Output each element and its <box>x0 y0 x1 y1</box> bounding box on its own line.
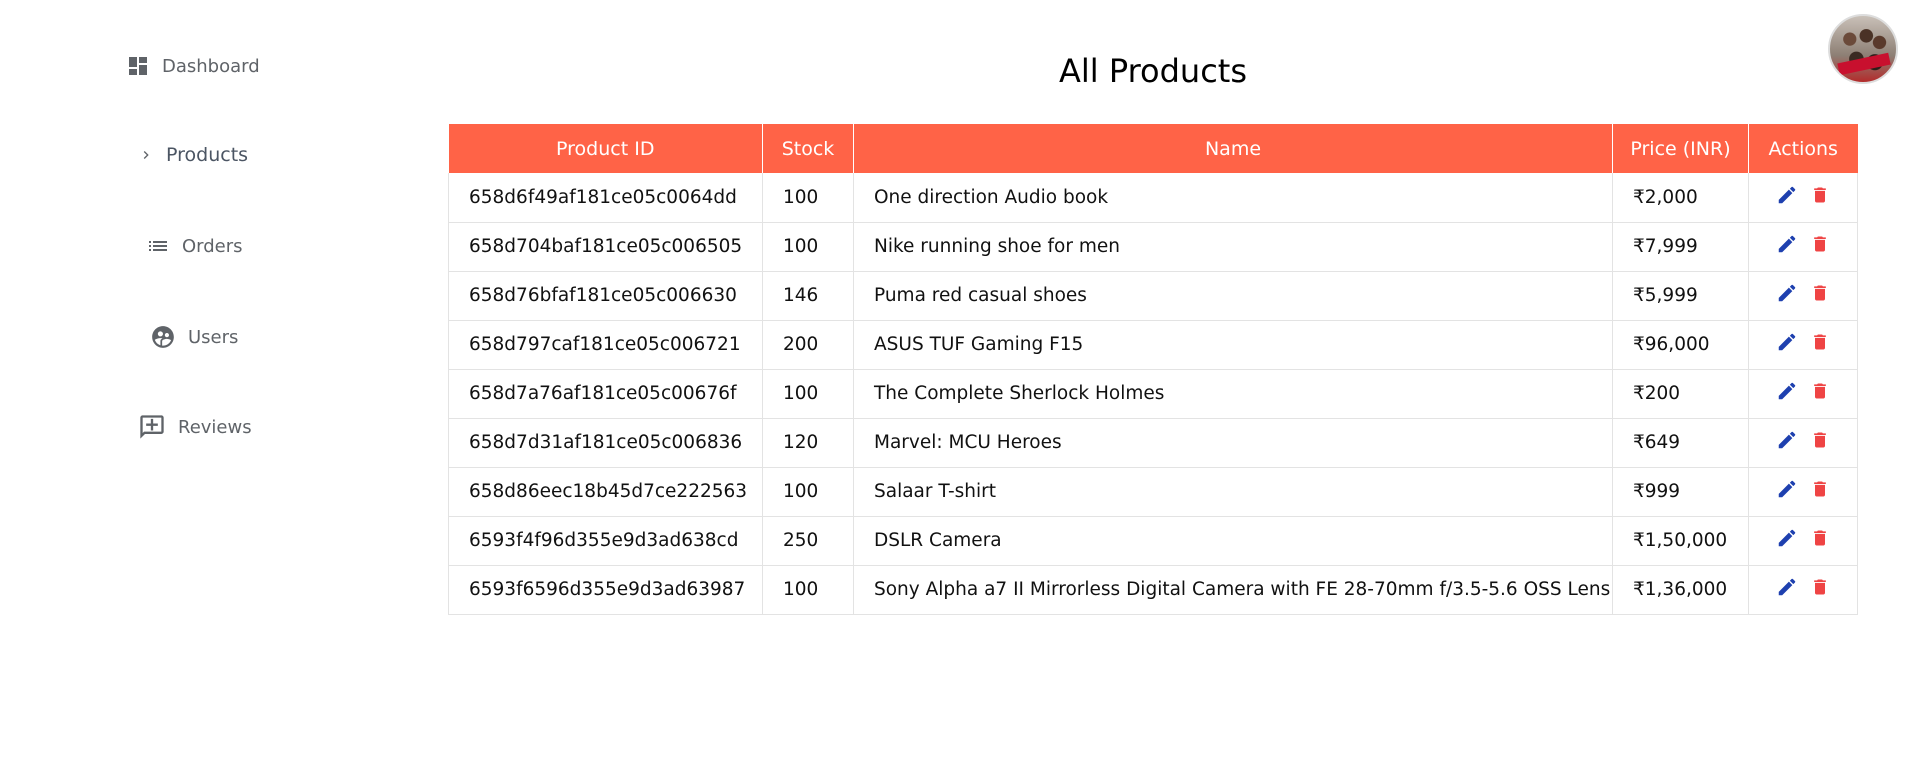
avatar-banner <box>1837 52 1891 76</box>
stock-cell: 200 <box>762 320 854 370</box>
actions-cell <box>1748 222 1858 272</box>
delete-icon[interactable] <box>1810 527 1830 554</box>
delete-icon[interactable] <box>1810 478 1830 505</box>
stock-cell: 100 <box>762 173 854 223</box>
stock-cell: 100 <box>762 565 854 615</box>
actions-cell <box>1748 565 1858 615</box>
users-icon <box>150 324 176 350</box>
delete-icon[interactable] <box>1810 576 1830 603</box>
stock-cell: 100 <box>762 222 854 272</box>
actions-cell <box>1748 320 1858 370</box>
product-id-cell: 658d797caf181ce05c006721 <box>448 320 763 370</box>
table-row: 658d704baf181ce05c006505 100 Nike running … <box>448 222 1858 272</box>
sidebar-item-reviews[interactable]: Reviews <box>138 413 252 441</box>
price-cell: ₹649 <box>1612 418 1749 468</box>
price-cell: ₹1,50,000 <box>1612 516 1749 566</box>
product-name-cell: Salaar T-shirt <box>853 467 1613 517</box>
sidebar-item-label: Products <box>166 144 249 166</box>
table-row: 658d7d31af181ce05c006836 120 Marvel: MCU H… <box>448 418 1858 468</box>
product-name-cell: Nike running shoe for men <box>853 222 1613 272</box>
stock-cell: 100 <box>762 369 854 419</box>
sidebar-item-orders[interactable]: Orders <box>146 234 243 258</box>
product-name-cell: DSLR Camera <box>853 516 1613 566</box>
price-cell: ₹200 <box>1612 369 1749 419</box>
table-row: 658d6f49af181ce05c0064dd 100 One direction… <box>448 173 1858 223</box>
column-header-price[interactable]: Price (INR) <box>1612 124 1749 173</box>
product-name-cell: Puma red casual shoes <box>853 271 1613 321</box>
products-table-container: Product ID Stock Name Price (INR) Action… <box>448 124 1858 615</box>
price-cell: ₹2,000 <box>1612 173 1749 223</box>
actions-cell <box>1748 516 1858 566</box>
table-row: 658d7a76af181ce05c00676f 100 The Complete … <box>448 369 1858 419</box>
table-row: 6593f6596d355e9d3ad63987 100 Sony Alpha a7… <box>448 565 1858 615</box>
edit-icon[interactable] <box>1776 527 1798 554</box>
sidebar-item-label: Users <box>188 326 239 348</box>
product-id-cell: 658d86eec18b45d7ce222563 <box>448 467 763 517</box>
actions-cell <box>1748 369 1858 419</box>
product-id-cell: 658d76bfaf181ce05c006630 <box>448 271 763 321</box>
products-table: Product ID Stock Name Price (INR) Action… <box>448 124 1858 615</box>
delete-icon[interactable] <box>1810 233 1830 260</box>
actions-cell <box>1748 173 1858 223</box>
product-name-cell: The Complete Sherlock Holmes <box>853 369 1613 419</box>
delete-icon[interactable] <box>1810 331 1830 358</box>
edit-icon[interactable] <box>1776 233 1798 260</box>
product-id-cell: 6593f6596d355e9d3ad63987 <box>448 565 763 615</box>
price-cell: ₹1,36,000 <box>1612 565 1749 615</box>
delete-icon[interactable] <box>1810 184 1830 211</box>
product-name-cell: Marvel: MCU Heroes <box>853 418 1613 468</box>
delete-icon[interactable] <box>1810 282 1830 309</box>
price-cell: ₹96,000 <box>1612 320 1749 370</box>
stock-cell: 100 <box>762 467 854 517</box>
product-name-cell: Sony Alpha a7 II Mirrorless Digital Came… <box>853 565 1613 615</box>
column-header-product-id[interactable]: Product ID <box>448 124 763 173</box>
stock-cell: 250 <box>762 516 854 566</box>
price-cell: ₹7,999 <box>1612 222 1749 272</box>
column-header-stock[interactable]: Stock <box>762 124 854 173</box>
stock-cell: 146 <box>762 271 854 321</box>
edit-icon[interactable] <box>1776 331 1798 358</box>
product-id-cell: 6593f4f96d355e9d3ad638cd <box>448 516 763 566</box>
chevron-right-icon <box>138 147 154 163</box>
product-id-cell: 658d704baf181ce05c006505 <box>448 222 763 272</box>
sidebar-item-label: Orders <box>182 235 243 257</box>
actions-cell <box>1748 418 1858 468</box>
table-row: 6593f4f96d355e9d3ad638cd 250 DSLR Camera ₹1… <box>448 516 1858 566</box>
delete-icon[interactable] <box>1810 380 1830 407</box>
product-name-cell: ASUS TUF Gaming F15 <box>853 320 1613 370</box>
table-body: 658d6f49af181ce05c0064dd 100 One direction… <box>448 173 1858 615</box>
product-name-cell: One direction Audio book <box>853 173 1613 223</box>
product-id-cell: 658d7a76af181ce05c00676f <box>448 369 763 419</box>
column-header-name[interactable]: Name <box>853 124 1613 173</box>
table-row: 658d76bfaf181ce05c006630 146 Puma red casu… <box>448 271 1858 321</box>
edit-icon[interactable] <box>1776 478 1798 505</box>
product-id-cell: 658d7d31af181ce05c006836 <box>448 418 763 468</box>
edit-icon[interactable] <box>1776 429 1798 456</box>
sidebar-item-label: Reviews <box>178 416 252 438</box>
page-title: All Products <box>1058 52 1247 90</box>
actions-cell <box>1748 467 1858 517</box>
stock-cell: 120 <box>762 418 854 468</box>
avatar[interactable] <box>1828 14 1898 84</box>
review-icon <box>138 413 166 441</box>
product-id-cell: 658d6f49af181ce05c0064dd <box>448 173 763 223</box>
price-cell: ₹999 <box>1612 467 1749 517</box>
table-row: 658d86eec18b45d7ce222563 100 Salaar T-shir… <box>448 467 1858 517</box>
edit-icon[interactable] <box>1776 576 1798 603</box>
sidebar-item-products[interactable]: Products <box>138 144 248 166</box>
delete-icon[interactable] <box>1810 429 1830 456</box>
edit-icon[interactable] <box>1776 184 1798 211</box>
list-icon <box>146 234 170 258</box>
edit-icon[interactable] <box>1776 282 1798 309</box>
price-cell: ₹5,999 <box>1612 271 1749 321</box>
edit-icon[interactable] <box>1776 380 1798 407</box>
actions-cell <box>1748 271 1858 321</box>
table-row: 658d797caf181ce05c006721 200 ASUS TUF Gami… <box>448 320 1858 370</box>
table-header-row: Product ID Stock Name Price (INR) Action… <box>448 124 1858 173</box>
sidebar: Dashboard Products Orders Users Reviews <box>0 0 440 778</box>
column-header-actions: Actions <box>1748 124 1858 173</box>
sidebar-item-users[interactable]: Users <box>150 324 238 350</box>
